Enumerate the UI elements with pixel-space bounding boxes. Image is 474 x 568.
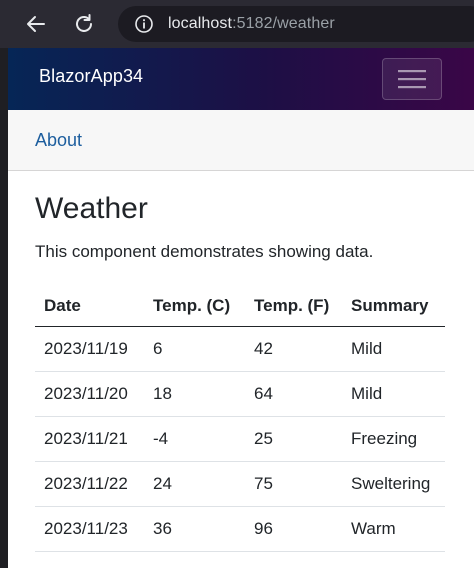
page-title: Weather bbox=[35, 192, 148, 225]
cell-temp-c: 24 bbox=[144, 461, 245, 507]
cell-temp-f: 75 bbox=[245, 461, 342, 507]
table-row: 2023/11/23 36 96 Warm bbox=[35, 506, 445, 552]
cell-temp-c: 6 bbox=[144, 326, 245, 372]
table-row: 2023/11/21 -4 25 Freezing bbox=[35, 416, 445, 462]
header-temp-f: Temp. (F) bbox=[245, 285, 342, 327]
page-viewport: BlazorApp34 About Weather This component… bbox=[8, 48, 474, 568]
about-link[interactable]: About bbox=[35, 130, 82, 151]
page-description: This component demonstrates showing data… bbox=[35, 242, 374, 261]
back-arrow-icon bbox=[27, 16, 45, 32]
header-temp-c: Temp. (C) bbox=[144, 285, 245, 327]
cell-date: 2023/11/19 bbox=[35, 326, 144, 372]
window-edge bbox=[0, 48, 8, 568]
header-date: Date bbox=[35, 285, 144, 327]
navbar: BlazorApp34 bbox=[8, 48, 474, 110]
url-path: :5182/weather bbox=[232, 15, 335, 32]
cell-temp-f: 64 bbox=[245, 371, 342, 417]
cell-temp-c: -4 bbox=[144, 416, 245, 462]
cell-summary: Sweltering bbox=[342, 461, 445, 507]
cell-summary: Freezing bbox=[342, 416, 445, 462]
site-info-icon[interactable] bbox=[134, 14, 154, 34]
header-summary: Summary bbox=[342, 285, 445, 327]
cell-temp-f: 42 bbox=[245, 326, 342, 372]
cell-date: 2023/11/23 bbox=[35, 506, 144, 552]
cell-temp-c: 18 bbox=[144, 371, 245, 417]
cell-temp-f: 25 bbox=[245, 416, 342, 462]
cell-date: 2023/11/21 bbox=[35, 416, 144, 462]
table-header-row: Date Temp. (C) Temp. (F) Summary bbox=[35, 285, 445, 327]
hamburger-menu-icon bbox=[398, 70, 426, 89]
reload-icon bbox=[76, 14, 92, 32]
top-nav-links: About bbox=[8, 110, 474, 171]
table-row: 2023/11/19 6 42 Mild bbox=[35, 326, 445, 372]
browser-toolbar: localhost:5182/weather bbox=[0, 0, 474, 49]
cell-summary: Mild bbox=[342, 326, 445, 372]
cell-temp-c: 36 bbox=[144, 506, 245, 552]
cell-temp-f: 96 bbox=[245, 506, 342, 552]
url-text: localhost:5182/weather bbox=[168, 15, 335, 33]
weather-table: Date Temp. (C) Temp. (F) Summary 2023/11… bbox=[35, 285, 445, 552]
main-content: Weather This component demonstrates show… bbox=[35, 188, 455, 552]
url-host: localhost bbox=[168, 15, 233, 32]
navbar-toggle-button[interactable] bbox=[382, 58, 442, 100]
navbar-brand[interactable]: BlazorApp34 bbox=[39, 66, 143, 87]
address-bar[interactable]: localhost:5182/weather bbox=[118, 6, 474, 42]
cell-summary: Warm bbox=[342, 506, 445, 552]
cell-date: 2023/11/22 bbox=[35, 461, 144, 507]
back-button[interactable] bbox=[22, 10, 50, 38]
cell-summary: Mild bbox=[342, 371, 445, 417]
reload-button[interactable] bbox=[70, 10, 98, 38]
table-row: 2023/11/22 24 75 Sweltering bbox=[35, 461, 445, 507]
cell-date: 2023/11/20 bbox=[35, 371, 144, 417]
table-row: 2023/11/20 18 64 Mild bbox=[35, 371, 445, 417]
